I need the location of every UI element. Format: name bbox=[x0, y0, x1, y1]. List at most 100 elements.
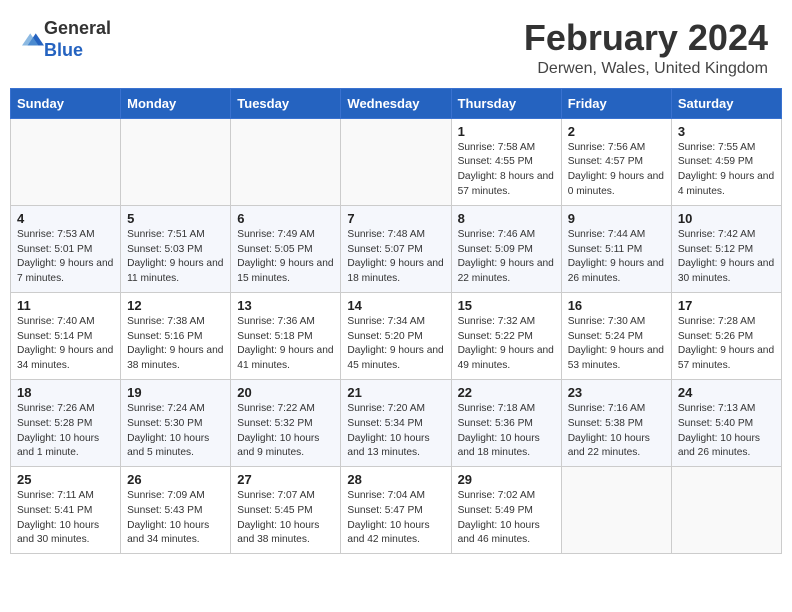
calendar-day-17: 17 Sunrise: 7:28 AMSunset: 5:26 PMDayligh… bbox=[671, 292, 781, 379]
calendar-day-26: 26Sunrise: 7:09 AMSunset: 5:43 PMDayligh… bbox=[121, 467, 231, 554]
day-info: Sunrise: 7:58 AMSunset: 4:55 PMDaylight:… bbox=[458, 141, 555, 200]
calendar-day-9: 9 Sunrise: 7:44 AMSunset: 5:11 PMDaylight… bbox=[561, 205, 671, 292]
calendar-day-empty bbox=[11, 118, 121, 205]
day-number: 24 bbox=[678, 385, 775, 400]
day-header-saturday: Saturday bbox=[671, 88, 781, 118]
calendar-day-empty bbox=[231, 118, 341, 205]
day-header-thursday: Thursday bbox=[451, 88, 561, 118]
day-info: Sunrise: 7:42 AMSunset: 5:12 PMDaylight:… bbox=[678, 228, 775, 287]
day-number: 20 bbox=[237, 385, 334, 400]
calendar-day-14: 14 Sunrise: 7:34 AMSunset: 5:20 PMDayligh… bbox=[341, 292, 451, 379]
day-info: Sunrise: 7:36 AMSunset: 5:18 PMDaylight:… bbox=[237, 315, 334, 374]
calendar-day-24: 24Sunrise: 7:13 AMSunset: 5:40 PMDayligh… bbox=[671, 379, 781, 466]
day-info: Sunrise: 7:20 AMSunset: 5:34 PMDaylight:… bbox=[347, 402, 444, 461]
day-number: 16 bbox=[568, 298, 665, 313]
day-number: 21 bbox=[347, 385, 444, 400]
calendar-day-5: 5 Sunrise: 7:51 AMSunset: 5:03 PMDaylight… bbox=[121, 205, 231, 292]
day-number: 18 bbox=[17, 385, 114, 400]
day-number: 23 bbox=[568, 385, 665, 400]
day-number: 10 bbox=[678, 211, 775, 226]
day-header-wednesday: Wednesday bbox=[341, 88, 451, 118]
calendar-day-27: 27 Sunrise: 7:07 AMSunset: 5:45 PMDayligh… bbox=[231, 467, 341, 554]
day-number: 9 bbox=[568, 211, 665, 226]
calendar-day-3: 3 Sunrise: 7:55 AMSunset: 4:59 PMDaylight… bbox=[671, 118, 781, 205]
calendar-day-10: 10 Sunrise: 7:42 AMSunset: 5:12 PMDayligh… bbox=[671, 205, 781, 292]
calendar-day-13: 13Sunrise: 7:36 AMSunset: 5:18 PMDayligh… bbox=[231, 292, 341, 379]
calendar-day-20: 20 Sunrise: 7:22 AMSunset: 5:32 PMDayligh… bbox=[231, 379, 341, 466]
day-number: 17 bbox=[678, 298, 775, 313]
logo-general: General bbox=[44, 18, 111, 40]
day-header-monday: Monday bbox=[121, 88, 231, 118]
day-info: Sunrise: 7:16 AMSunset: 5:38 PMDaylight:… bbox=[568, 402, 665, 461]
calendar-week-row: 11 Sunrise: 7:40 AMSunset: 5:14 PMDayligh… bbox=[11, 292, 782, 379]
day-number: 26 bbox=[127, 472, 224, 487]
day-info: Sunrise: 7:11 AMSunset: 5:41 PMDaylight:… bbox=[17, 489, 114, 548]
day-info: Sunrise: 7:04 AMSunset: 5:47 PMDaylight:… bbox=[347, 489, 444, 548]
month-year: February 2024 bbox=[524, 18, 768, 58]
calendar-day-12: 12Sunrise: 7:38 AMSunset: 5:16 PMDayligh… bbox=[121, 292, 231, 379]
calendar-day-4: 4Sunrise: 7:53 AMSunset: 5:01 PMDaylight… bbox=[11, 205, 121, 292]
day-number: 28 bbox=[347, 472, 444, 487]
day-number: 15 bbox=[458, 298, 555, 313]
calendar-day-7: 7Sunrise: 7:48 AMSunset: 5:07 PMDaylight… bbox=[341, 205, 451, 292]
day-info: Sunrise: 7:55 AMSunset: 4:59 PMDaylight:… bbox=[678, 141, 775, 200]
calendar-header-row: SundayMondayTuesdayWednesdayThursdayFrid… bbox=[11, 88, 782, 118]
day-number: 1 bbox=[458, 124, 555, 139]
day-info: Sunrise: 7:49 AMSunset: 5:05 PMDaylight:… bbox=[237, 228, 334, 287]
calendar-day-empty bbox=[341, 118, 451, 205]
location: Derwen, Wales, United Kingdom bbox=[524, 60, 768, 78]
day-number: 14 bbox=[347, 298, 444, 313]
calendar-week-row: 4Sunrise: 7:53 AMSunset: 5:01 PMDaylight… bbox=[11, 205, 782, 292]
day-info: Sunrise: 7:53 AMSunset: 5:01 PMDaylight:… bbox=[17, 228, 114, 287]
day-info: Sunrise: 7:07 AMSunset: 5:45 PMDaylight:… bbox=[237, 489, 334, 548]
calendar-day-15: 15Sunrise: 7:32 AMSunset: 5:22 PMDayligh… bbox=[451, 292, 561, 379]
day-info: Sunrise: 7:44 AMSunset: 5:11 PMDaylight:… bbox=[568, 228, 665, 287]
day-number: 11 bbox=[17, 298, 114, 313]
day-number: 12 bbox=[127, 298, 224, 313]
day-info: Sunrise: 7:24 AMSunset: 5:30 PMDaylight:… bbox=[127, 402, 224, 461]
calendar-container: SundayMondayTuesdayWednesdayThursdayFrid… bbox=[0, 88, 792, 565]
day-number: 22 bbox=[458, 385, 555, 400]
calendar-day-empty bbox=[671, 467, 781, 554]
calendar-day-29: 29 Sunrise: 7:02 AMSunset: 5:49 PMDayligh… bbox=[451, 467, 561, 554]
day-header-sunday: Sunday bbox=[11, 88, 121, 118]
calendar-day-1: 1 Sunrise: 7:58 AMSunset: 4:55 PMDaylight… bbox=[451, 118, 561, 205]
day-info: Sunrise: 7:56 AMSunset: 4:57 PMDaylight:… bbox=[568, 141, 665, 200]
calendar-day-23: 23 Sunrise: 7:16 AMSunset: 5:38 PMDayligh… bbox=[561, 379, 671, 466]
page-header: General Blue February 2024 Derwen, Wales… bbox=[0, 0, 792, 88]
day-number: 7 bbox=[347, 211, 444, 226]
day-info: Sunrise: 7:51 AMSunset: 5:03 PMDaylight:… bbox=[127, 228, 224, 287]
day-info: Sunrise: 7:22 AMSunset: 5:32 PMDaylight:… bbox=[237, 402, 334, 461]
day-number: 27 bbox=[237, 472, 334, 487]
calendar-day-19: 19Sunrise: 7:24 AMSunset: 5:30 PMDayligh… bbox=[121, 379, 231, 466]
logo: General Blue bbox=[20, 18, 111, 61]
day-info: Sunrise: 7:18 AMSunset: 5:36 PMDaylight:… bbox=[458, 402, 555, 461]
calendar-week-row: 1 Sunrise: 7:58 AMSunset: 4:55 PMDaylight… bbox=[11, 118, 782, 205]
day-number: 2 bbox=[568, 124, 665, 139]
day-info: Sunrise: 7:26 AMSunset: 5:28 PMDaylight:… bbox=[17, 402, 114, 461]
calendar-day-21: 21 Sunrise: 7:20 AMSunset: 5:34 PMDayligh… bbox=[341, 379, 451, 466]
day-header-tuesday: Tuesday bbox=[231, 88, 341, 118]
day-number: 25 bbox=[17, 472, 114, 487]
calendar-day-16: 16Sunrise: 7:30 AMSunset: 5:24 PMDayligh… bbox=[561, 292, 671, 379]
day-info: Sunrise: 7:28 AMSunset: 5:26 PMDaylight:… bbox=[678, 315, 775, 374]
calendar-day-18: 18 Sunrise: 7:26 AMSunset: 5:28 PMDayligh… bbox=[11, 379, 121, 466]
calendar-day-11: 11 Sunrise: 7:40 AMSunset: 5:14 PMDayligh… bbox=[11, 292, 121, 379]
day-info: Sunrise: 7:02 AMSunset: 5:49 PMDaylight:… bbox=[458, 489, 555, 548]
day-info: Sunrise: 7:46 AMSunset: 5:09 PMDaylight:… bbox=[458, 228, 555, 287]
day-number: 3 bbox=[678, 124, 775, 139]
calendar-day-28: 28 Sunrise: 7:04 AMSunset: 5:47 PMDayligh… bbox=[341, 467, 451, 554]
calendar-day-empty bbox=[561, 467, 671, 554]
calendar-table: SundayMondayTuesdayWednesdayThursdayFrid… bbox=[10, 88, 782, 555]
day-number: 5 bbox=[127, 211, 224, 226]
calendar-day-empty bbox=[121, 118, 231, 205]
calendar-day-22: 22 Sunrise: 7:18 AMSunset: 5:36 PMDayligh… bbox=[451, 379, 561, 466]
calendar-day-6: 6Sunrise: 7:49 AMSunset: 5:05 PMDaylight… bbox=[231, 205, 341, 292]
day-info: Sunrise: 7:34 AMSunset: 5:20 PMDaylight:… bbox=[347, 315, 444, 374]
day-header-friday: Friday bbox=[561, 88, 671, 118]
calendar-week-row: 25 Sunrise: 7:11 AMSunset: 5:41 PMDayligh… bbox=[11, 467, 782, 554]
logo-icon bbox=[22, 29, 44, 51]
day-info: Sunrise: 7:40 AMSunset: 5:14 PMDaylight:… bbox=[17, 315, 114, 374]
day-number: 29 bbox=[458, 472, 555, 487]
logo-blue: Blue bbox=[44, 40, 111, 62]
